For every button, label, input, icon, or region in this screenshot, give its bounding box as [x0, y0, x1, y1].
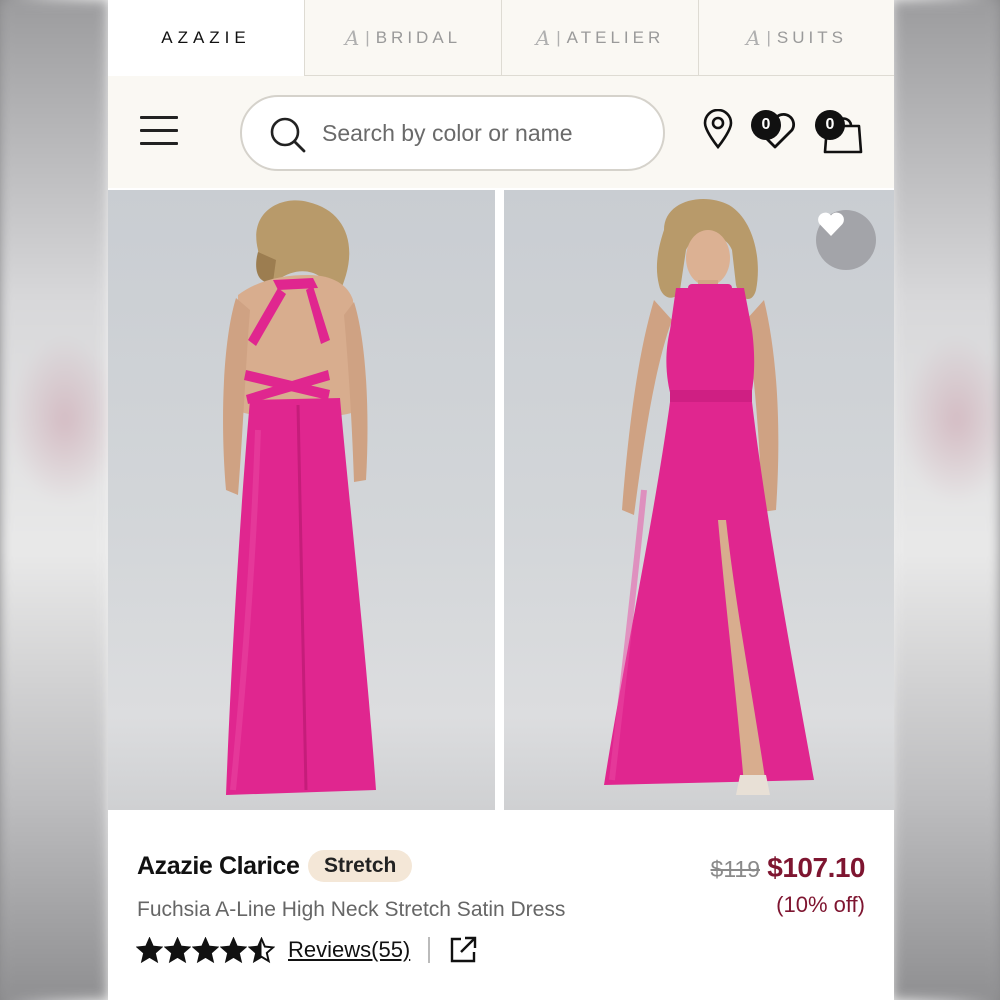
cart-button[interactable]: 0 [815, 110, 865, 154]
product-name[interactable]: Azazie Clarice [137, 852, 300, 881]
divider [428, 937, 431, 963]
dress-front-illustration [604, 198, 814, 795]
discount-label: (10% off) [776, 892, 865, 917]
tab-label: AZAZIE [161, 28, 251, 47]
tab-atelier[interactable]: A | ATELIER [501, 0, 698, 76]
heart-icon [818, 212, 844, 236]
wishlist-count-badge: 0 [751, 110, 781, 140]
star-icon [136, 936, 163, 963]
azazie-logo-icon: A [344, 25, 360, 50]
azazie-logo-icon: A [746, 25, 761, 50]
search-bar[interactable] [240, 95, 665, 171]
product-image-back[interactable] [108, 190, 495, 810]
star-icon [192, 936, 219, 963]
star-rating [136, 936, 276, 964]
site-header: 0 0 [108, 76, 894, 188]
product-info: Azazie Clarice Stretch $119 $107.10 (10%… [108, 810, 894, 1000]
product-subtitle: Fuchsia A-Line High Neck Stretch Satin D… [137, 898, 566, 921]
separator: | [766, 27, 771, 47]
rating-row: Reviews(55) [136, 934, 478, 966]
sale-price: $107.10 [767, 852, 865, 883]
product-image-front[interactable] [504, 190, 894, 810]
tab-label: SUITS [776, 27, 847, 47]
brand-tabs: AZAZIE A | BRIDAL A | ATELIER A | SUITS [108, 0, 894, 76]
menu-icon[interactable] [140, 116, 178, 148]
background-blur-left [0, 0, 108, 1000]
cart-count-badge: 0 [815, 110, 845, 140]
tab-label: BRIDAL [375, 27, 462, 47]
reviews-link[interactable]: Reviews(55) [288, 937, 410, 963]
wishlist-button[interactable]: 0 [751, 110, 799, 150]
stretch-badge: Stretch [308, 850, 413, 882]
azazie-logo-icon: A [535, 25, 551, 50]
star-icon [248, 936, 275, 963]
separator: | [365, 27, 370, 47]
tab-bridal[interactable]: A | BRIDAL [304, 0, 501, 76]
background-blur-right [892, 0, 1000, 1000]
dress-back-illustration [223, 200, 376, 795]
tab-label: ATELIER [566, 27, 665, 47]
search-icon [270, 117, 306, 153]
tab-suits[interactable]: A | SUITS [698, 0, 894, 76]
search-input[interactable] [322, 97, 642, 169]
favorite-button[interactable] [816, 210, 876, 270]
tab-azazie[interactable]: AZAZIE [108, 0, 304, 76]
location-pin-icon[interactable] [702, 109, 734, 149]
share-external-icon[interactable] [448, 935, 478, 965]
star-icon [220, 936, 247, 963]
phone-screen: AZAZIE A|BRIDAL A|ATELIER A|SUITS [108, 0, 894, 1000]
star-icon [164, 936, 191, 963]
separator: | [556, 27, 561, 47]
original-price: $119 [710, 856, 760, 882]
